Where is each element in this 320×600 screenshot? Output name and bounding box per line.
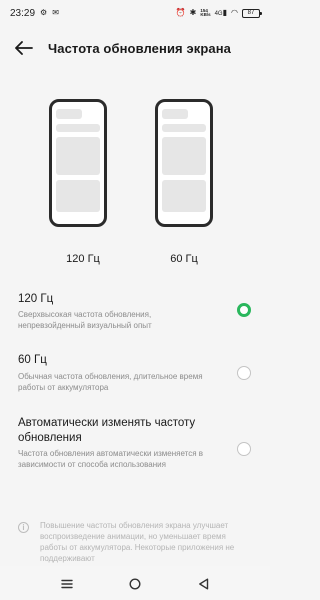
home-button[interactable] (125, 574, 145, 594)
preview-label-60hz: 60 Гц (170, 253, 198, 265)
preview-60hz-phone (155, 99, 213, 227)
back-button[interactable] (0, 30, 48, 66)
option-title: Автоматически изменять частоту обновлени… (18, 417, 196, 444)
option-60hz[interactable]: 60 Гц Обычная частота обновления, длител… (0, 352, 270, 400)
preview-120hz-phone (49, 99, 107, 227)
message-icon: ✉ (52, 8, 59, 17)
alarm-icon: ⏰ (175, 8, 186, 17)
arrow-left-icon (15, 41, 33, 55)
preview-label-120hz: 120 Гц (66, 253, 100, 265)
bluetooth-icon: ✱ (189, 8, 197, 17)
triangle-back-icon (198, 578, 208, 590)
menu-icon (61, 579, 73, 589)
radio-60hz[interactable] (237, 366, 251, 380)
status-time: 23:29 (10, 7, 36, 19)
radio-120hz[interactable] (237, 303, 251, 317)
option-120hz[interactable]: 120 Гц Сверхвысокая частота обновления, … (0, 288, 270, 336)
battery-icon: 87 (242, 8, 262, 18)
home-circle-icon (129, 578, 141, 590)
status-bar: 23:29 ⚙ ✉ ⏰ ✱ 154 KB/s 4G▮ ◠ 87 (0, 0, 270, 26)
option-description: Сверхвысокая частота обновления, непревз… (18, 310, 152, 330)
navigation-bar (0, 566, 270, 600)
info-text: Повышение частоты обновления экрана улуч… (40, 521, 235, 563)
signal-icon: 4G▮ (214, 8, 228, 18)
option-description: Обычная частота обновления, длительное в… (18, 372, 203, 392)
info-icon: i (18, 522, 29, 533)
network-speed: 154 KB/s (200, 7, 211, 17)
option-description: Частота обновления автоматически изменяе… (18, 449, 204, 469)
page-title: Частота обновления экрана (48, 40, 231, 56)
wifi-icon: ◠ (231, 8, 238, 17)
back-nav-button[interactable] (193, 574, 213, 594)
settings-gear-icon: ⚙ (40, 8, 48, 17)
option-title: 60 Гц (18, 354, 47, 366)
option-auto-refresh[interactable]: Автоматически изменять частоту обновлени… (0, 416, 270, 486)
option-title: 120 Гц (18, 293, 54, 305)
app-header: Частота обновления экрана (0, 30, 270, 66)
menu-button[interactable] (57, 574, 77, 594)
radio-auto[interactable] (237, 442, 251, 456)
